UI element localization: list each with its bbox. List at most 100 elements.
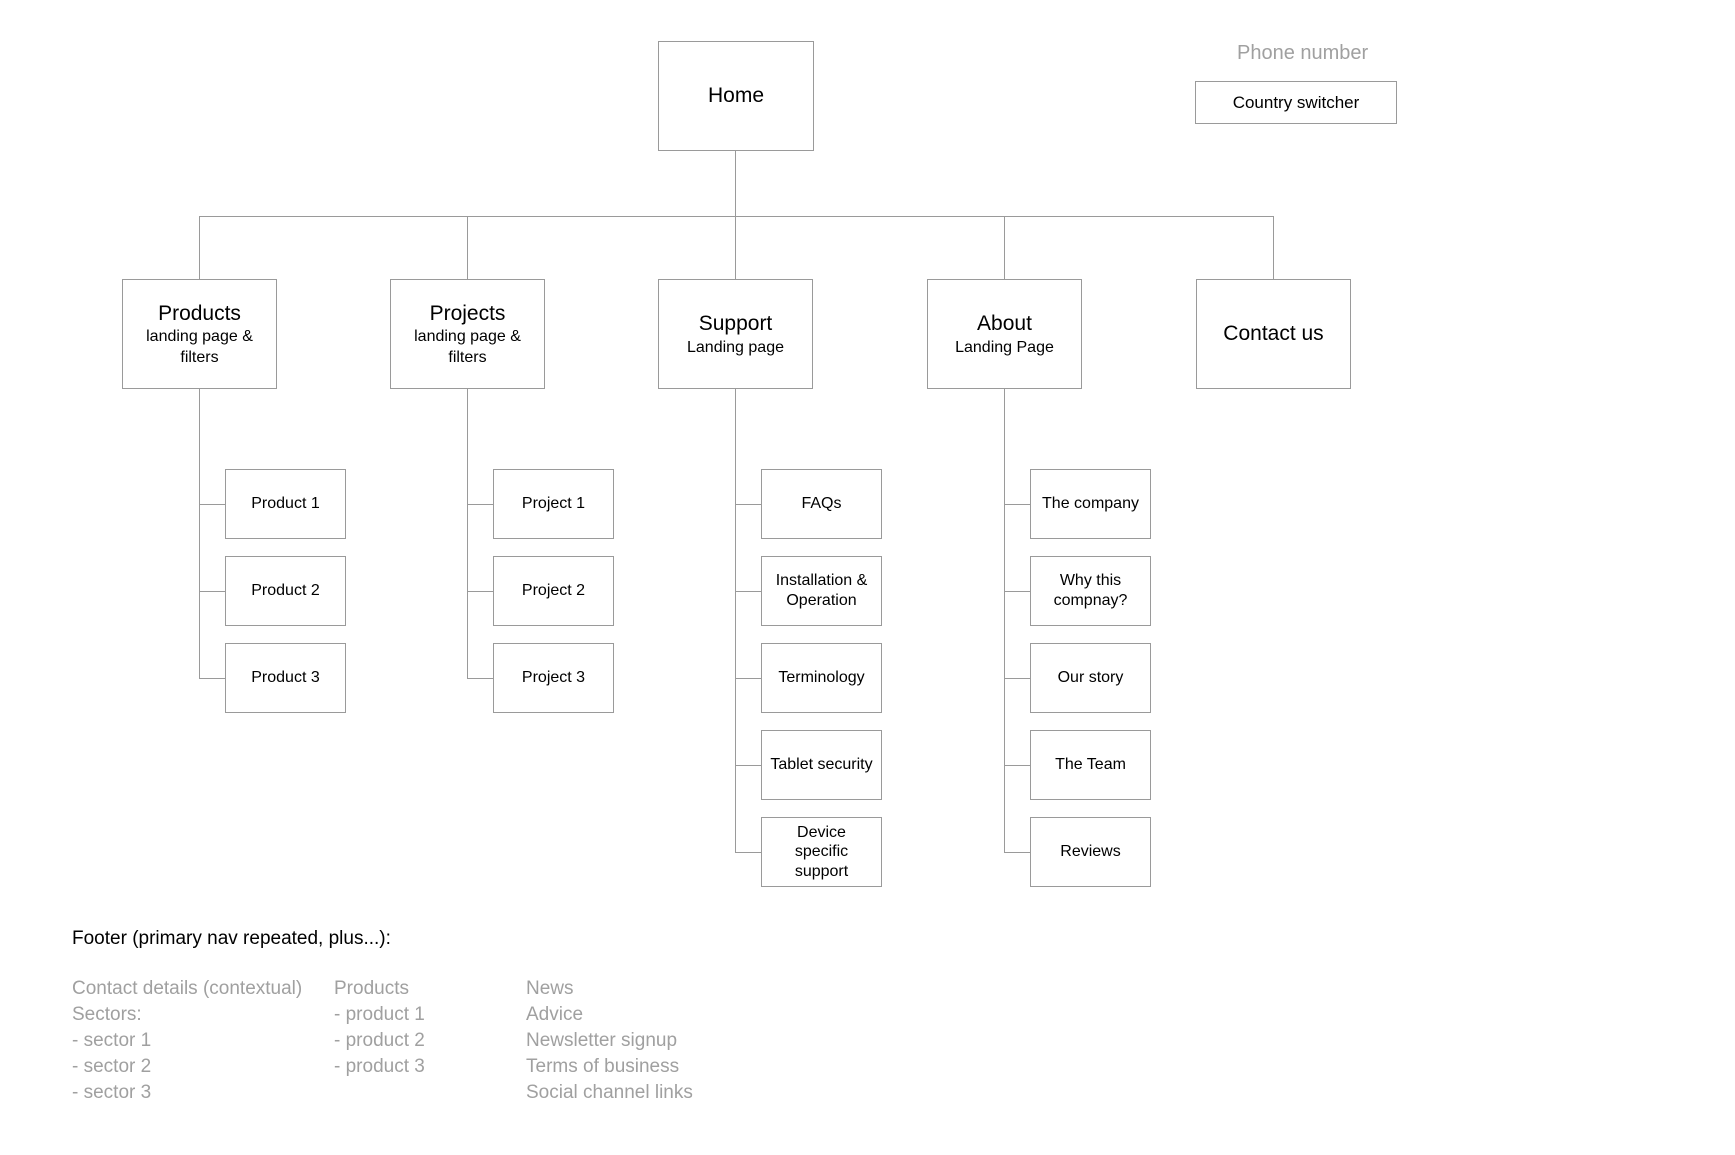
footer-column-news: News Advice Newsletter signup Terms of b… — [526, 976, 826, 1106]
node-products-sub-line2: filters — [180, 348, 219, 366]
connector-drop-products — [199, 216, 200, 279]
connector-support-stub-3 — [735, 678, 761, 679]
connector-projects-spine — [467, 389, 468, 679]
node-about-why-this-company-line2: compnay? — [1053, 592, 1128, 609]
connector-about-stub-2 — [1004, 591, 1030, 592]
node-product-2[interactable]: Product 2 — [225, 556, 346, 626]
node-about-why-this-company-line1: Why this — [1059, 572, 1122, 590]
node-about-our-story[interactable]: Our story — [1030, 643, 1151, 713]
connector-projects-stub-3 — [467, 678, 493, 679]
connector-support-stub-2 — [735, 591, 761, 592]
node-about-the-team-line1: The Team — [1055, 756, 1126, 774]
connector-support-stub-4 — [735, 765, 761, 766]
node-support-installation-operation[interactable]: Installation & Operation — [761, 556, 882, 626]
footer-item: News — [526, 978, 574, 999]
footer-item: Social channel links — [526, 1082, 693, 1104]
node-about-the-company-line1: The company — [1042, 495, 1139, 513]
node-project-2[interactable]: Project 2 — [493, 556, 614, 626]
node-support-installation-operation-line1: Installation & — [775, 572, 868, 590]
footer-item: - product 3 — [334, 1056, 425, 1078]
connector-projects-stub-2 — [467, 591, 493, 592]
node-support[interactable]: Support Landing page — [658, 279, 813, 389]
sitemap-canvas: Phone number Country switcher Home Produ… — [0, 0, 1735, 1155]
node-product-3[interactable]: Product 3 — [225, 643, 346, 713]
node-project-2-label: Project 2 — [521, 582, 586, 600]
phone-number-label: Phone number — [1237, 42, 1369, 64]
node-support-sub-line1: Landing page — [687, 338, 784, 356]
connector-support-stub-1 — [735, 504, 761, 505]
connector-level2-bus — [199, 216, 1274, 217]
footer-item: Advice — [526, 1004, 584, 1026]
footer-item: Newsletter signup — [526, 1030, 678, 1052]
footer-item: - product 1 — [334, 1004, 425, 1026]
footer-columns: Contact details (contextual) Sectors: - … — [72, 976, 832, 1106]
node-support-device-specific-support-line1: Device — [797, 823, 846, 841]
node-support-faqs-line1: FAQs — [801, 495, 842, 513]
footer-item: - sector 2 — [72, 1056, 152, 1078]
node-products-sub-line1: landing page & — [146, 328, 253, 346]
connector-about-stub-1 — [1004, 504, 1030, 505]
node-projects[interactable]: Projects landing page & filters — [390, 279, 545, 389]
node-contact-us-label: Contact us — [1223, 322, 1324, 346]
node-support-tablet-security[interactable]: Tablet security — [761, 730, 882, 800]
node-support-label: Support — [698, 311, 773, 335]
node-about-label: About — [977, 311, 1032, 335]
country-switcher-label: Country switcher — [1232, 92, 1360, 112]
node-about-our-story-line1: Our story — [1057, 669, 1124, 687]
connector-products-spine — [199, 389, 200, 679]
connector-about-spine — [1004, 389, 1005, 853]
connector-about-stub-5 — [1004, 852, 1030, 853]
node-about-reviews-line1: Reviews — [1060, 843, 1121, 861]
connector-about-stub-4 — [1004, 765, 1030, 766]
node-about-why-this-company[interactable]: Why this compnay? — [1030, 556, 1151, 626]
node-home-label: Home — [707, 84, 765, 108]
node-about-the-company[interactable]: The company — [1030, 469, 1151, 539]
connector-support-stub-5 — [735, 852, 761, 853]
connector-projects-stub-1 — [467, 504, 493, 505]
footer-item: - sector 1 — [72, 1030, 152, 1052]
connector-products-stub-1 — [199, 504, 225, 505]
country-switcher-node[interactable]: Country switcher — [1195, 81, 1397, 124]
node-project-3-label: Project 3 — [521, 669, 586, 687]
footer-column-products: Products - product 1 - product 2 - produ… — [334, 976, 526, 1080]
node-about-reviews[interactable]: Reviews — [1030, 817, 1151, 887]
node-projects-label: Projects — [429, 301, 506, 325]
node-product-2-label: Product 2 — [251, 582, 320, 600]
connector-drop-support — [735, 216, 736, 279]
connector-drop-contact — [1273, 216, 1274, 279]
node-support-faqs[interactable]: FAQs — [761, 469, 882, 539]
connector-support-spine — [735, 389, 736, 853]
node-products-label: Products — [158, 301, 241, 325]
node-support-terminology[interactable]: Terminology — [761, 643, 882, 713]
node-product-3-label: Product 3 — [251, 669, 320, 687]
node-about-sub-line1: Landing Page — [955, 338, 1054, 356]
connector-products-stub-3 — [199, 678, 225, 679]
footer-notes-block: Footer (primary nav repeated, plus...): … — [72, 928, 832, 1106]
connector-about-stub-3 — [1004, 678, 1030, 679]
node-support-installation-operation-line2: Operation — [786, 592, 857, 609]
connector-drop-about — [1004, 216, 1005, 279]
node-projects-sub-line1: landing page & — [414, 328, 521, 346]
node-support-tablet-security-line1: Tablet security — [770, 756, 873, 774]
node-products[interactable]: Products landing page & filters — [122, 279, 277, 389]
node-project-3[interactable]: Project 3 — [493, 643, 614, 713]
footer-item: Products — [334, 978, 409, 999]
node-support-device-specific-support[interactable]: Device specific support — [761, 817, 882, 887]
node-support-device-specific-support-line2: specific — [794, 843, 849, 861]
node-about[interactable]: About Landing Page — [927, 279, 1082, 389]
connector-home-stem — [735, 151, 736, 216]
footer-heading: Footer (primary nav repeated, plus...): — [72, 928, 391, 949]
footer-item: Contact details (contextual) — [72, 978, 303, 999]
node-about-the-team[interactable]: The Team — [1030, 730, 1151, 800]
node-support-terminology-line1: Terminology — [778, 669, 865, 687]
node-project-1-label: Project 1 — [521, 495, 586, 513]
node-contact-us[interactable]: Contact us — [1196, 279, 1351, 389]
node-home[interactable]: Home — [658, 41, 814, 151]
connector-drop-projects — [467, 216, 468, 279]
node-product-1[interactable]: Product 1 — [225, 469, 346, 539]
footer-item: Terms of business — [526, 1056, 680, 1078]
footer-item: - product 2 — [334, 1030, 425, 1052]
node-project-1[interactable]: Project 1 — [493, 469, 614, 539]
footer-column-contact-details: Contact details (contextual) Sectors: - … — [72, 976, 334, 1106]
connector-products-stub-2 — [199, 591, 225, 592]
